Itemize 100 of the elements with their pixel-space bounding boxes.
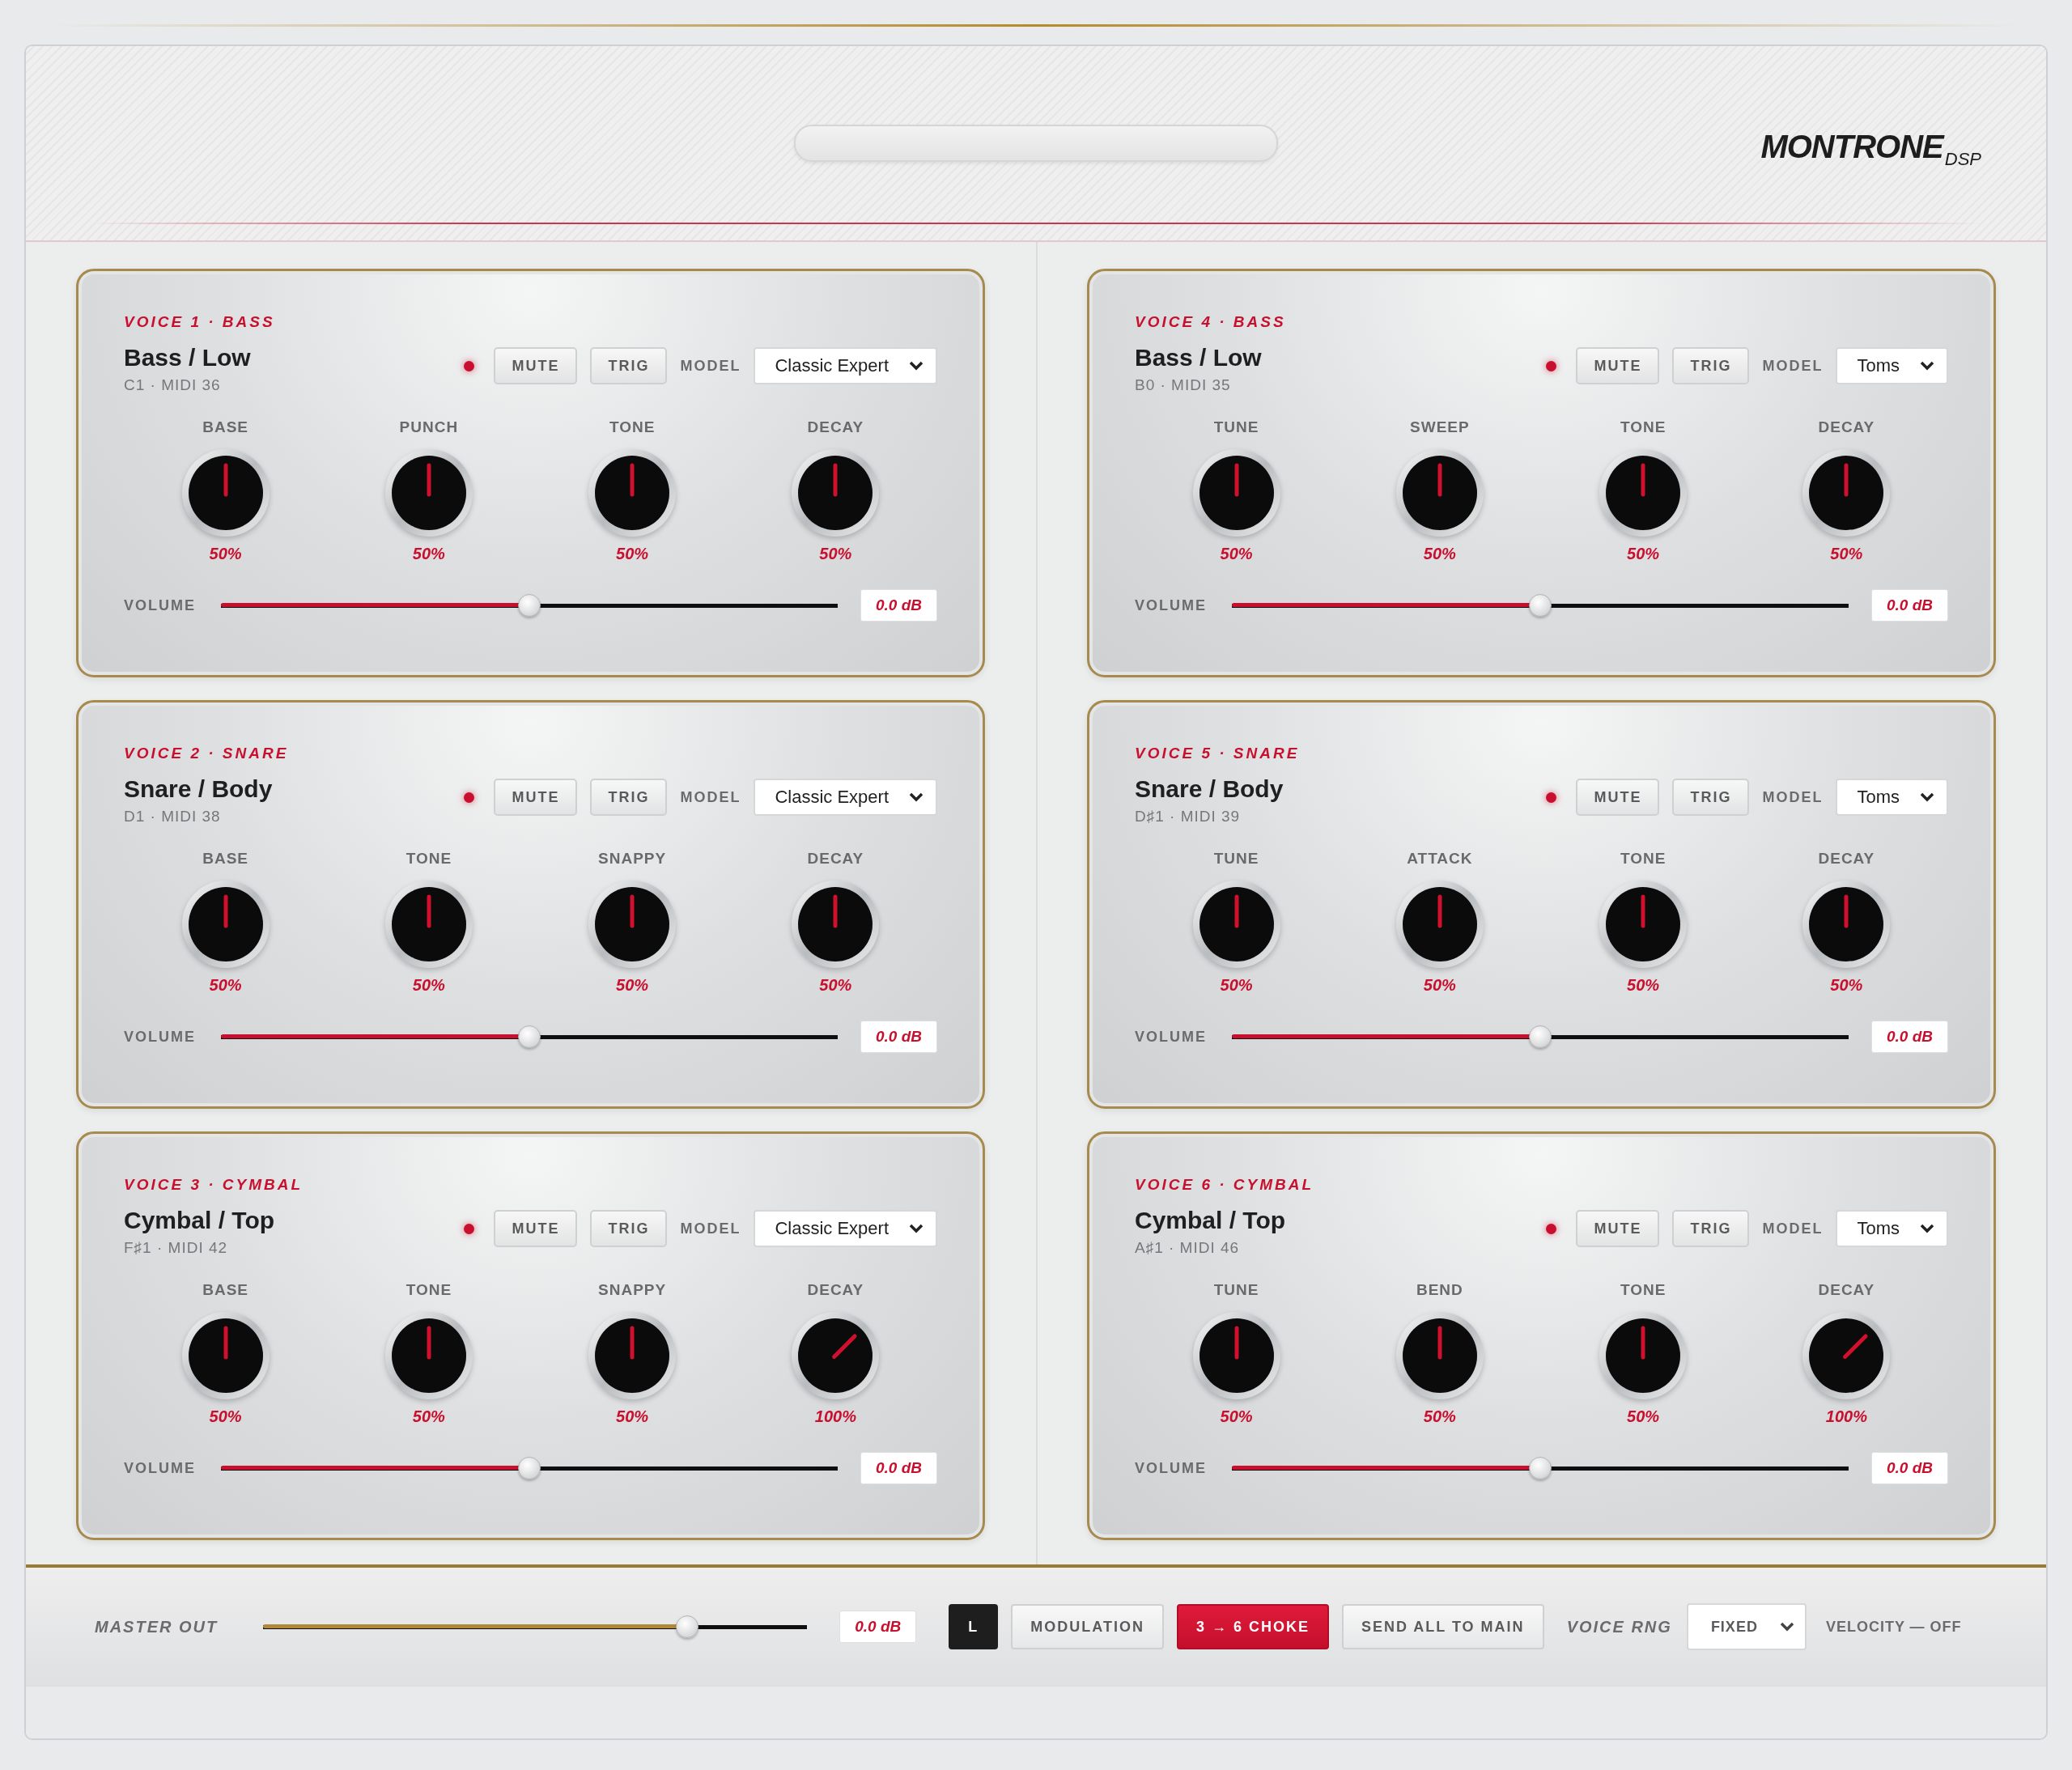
bar-button[interactable]: 3 → 6 CHOKE — [1176, 1604, 1329, 1649]
knob[interactable] — [587, 879, 678, 970]
volume-label: VOLUME — [1135, 1459, 1208, 1477]
knob-value: 50% — [616, 545, 649, 563]
mute-button[interactable]: MUTE — [494, 347, 578, 384]
knob[interactable] — [1598, 879, 1689, 970]
voice-tag: VOICE 2 · SNARE — [124, 745, 289, 762]
knob[interactable] — [1598, 1310, 1689, 1401]
bar-button[interactable]: MODULATION — [1011, 1604, 1164, 1649]
knob-label: DECAY — [807, 418, 864, 436]
knob-value: 50% — [412, 1407, 445, 1426]
knob[interactable] — [790, 448, 881, 538]
voice-note: B0 · MIDI 35 — [1135, 376, 1232, 394]
knob[interactable] — [1394, 1310, 1485, 1401]
slider-thumb[interactable] — [518, 1457, 541, 1479]
knob-label: DECAY — [807, 850, 864, 868]
mute-button[interactable]: MUTE — [494, 1210, 578, 1247]
mute-button[interactable]: MUTE — [494, 779, 578, 816]
chevron-icon — [908, 1223, 924, 1234]
voice-title: Snare / Body — [124, 775, 274, 803]
knob[interactable] — [1394, 879, 1485, 970]
knob-value: 50% — [616, 976, 649, 995]
model-dropdown[interactable]: Toms — [1836, 347, 1948, 384]
knob-label: SWEEP — [1410, 418, 1470, 436]
slider-thumb[interactable] — [676, 1615, 699, 1638]
model-label: MODEL — [680, 788, 741, 806]
knob-label: TONE — [405, 850, 452, 868]
volume-label: VOLUME — [1135, 596, 1208, 614]
mute-button[interactable]: MUTE — [1576, 347, 1660, 384]
knob-value: 50% — [1220, 976, 1253, 995]
model-dropdown[interactable]: Classic Expert — [754, 1210, 937, 1247]
trig-button[interactable]: TRIG — [1672, 1210, 1750, 1247]
knob-label: BEND — [1416, 1281, 1463, 1299]
knob[interactable] — [587, 1310, 678, 1401]
knob[interactable] — [790, 879, 881, 970]
knob-label: TUNE — [1213, 850, 1259, 868]
knob-value: 50% — [1830, 545, 1863, 563]
knob[interactable] — [1801, 448, 1892, 538]
voice-title: Cymbal / Top — [124, 1207, 276, 1234]
voice-note: D♯1 · MIDI 39 — [1135, 808, 1242, 826]
trig-button[interactable]: TRIG — [590, 1210, 668, 1247]
trig-button[interactable]: TRIG — [1672, 779, 1750, 816]
chevron-icon — [1778, 1621, 1795, 1632]
slider-thumb[interactable] — [518, 1025, 541, 1048]
knob-value: 50% — [1220, 545, 1253, 563]
knob[interactable] — [1801, 879, 1892, 970]
knob[interactable] — [587, 448, 678, 538]
voice-title: Bass / Low — [1135, 344, 1263, 371]
model-dropdown[interactable]: Classic Expert — [754, 347, 937, 384]
bar-button[interactable]: L — [949, 1604, 999, 1649]
volume-label: VOLUME — [124, 1028, 197, 1046]
model-label: MODEL — [1762, 1220, 1824, 1237]
brand-suffix: DSP — [1944, 149, 1981, 170]
volume-label: VOLUME — [124, 596, 197, 614]
knob-label: TUNE — [1213, 418, 1259, 436]
trig-button[interactable]: TRIG — [590, 347, 668, 384]
voice-note: C1 · MIDI 36 — [124, 376, 222, 394]
volume-reading: 0.0 dB — [1870, 589, 1948, 622]
knob-value: 50% — [1220, 1407, 1253, 1426]
knob-value: 50% — [1830, 976, 1863, 995]
slider-thumb[interactable] — [1529, 594, 1552, 617]
knob[interactable] — [383, 879, 474, 970]
model-dropdown[interactable]: Classic Expert — [754, 779, 937, 816]
knob[interactable] — [1598, 448, 1689, 538]
model-dropdown[interactable]: Toms — [1836, 779, 1948, 816]
chevron-icon — [1919, 1223, 1935, 1234]
knob[interactable] — [1801, 1310, 1892, 1401]
knob-value: 100% — [814, 1407, 856, 1426]
slider-thumb[interactable] — [1529, 1457, 1552, 1479]
knob-label: ATTACK — [1407, 850, 1473, 868]
voice-tag: VOICE 3 · CYMBAL — [124, 1176, 304, 1194]
chevron-icon — [1919, 792, 1935, 803]
knob-label: DECAY — [807, 1281, 864, 1299]
trig-button[interactable]: TRIG — [1672, 347, 1750, 384]
bar-button[interactable]: SEND ALL TO MAIN — [1341, 1604, 1544, 1649]
knob-label: TONE — [1620, 850, 1667, 868]
mute-button[interactable]: MUTE — [1576, 1210, 1660, 1247]
model-dropdown[interactable]: Toms — [1836, 1210, 1948, 1247]
slider-thumb[interactable] — [1529, 1025, 1552, 1048]
knob-label: DECAY — [1818, 418, 1875, 436]
mute-button[interactable]: MUTE — [1576, 779, 1660, 816]
chevron-icon — [1919, 360, 1935, 371]
slider-thumb[interactable] — [518, 594, 541, 617]
voice-tag: VOICE 6 · CYMBAL — [1135, 1176, 1314, 1194]
trig-button[interactable]: TRIG — [590, 779, 668, 816]
chevron-icon — [908, 792, 924, 803]
knob[interactable] — [1394, 448, 1485, 538]
volume-label: VOLUME — [124, 1459, 197, 1477]
voice-rng-dropdown[interactable]: FIXED — [1686, 1603, 1807, 1650]
knob[interactable] — [383, 1310, 474, 1401]
knob[interactable] — [790, 1310, 881, 1401]
volume-label: VOLUME — [1135, 1028, 1208, 1046]
volume-reading: 0.0 dB — [860, 589, 937, 622]
volume-reading: 0.0 dB — [1870, 1452, 1948, 1484]
knob[interactable] — [383, 448, 474, 538]
voice-tag: VOICE 4 · BASS — [1135, 313, 1286, 331]
voice-note: D1 · MIDI 38 — [124, 808, 222, 826]
voice-title: Bass / Low — [124, 344, 252, 371]
knob-value: 50% — [1627, 1407, 1660, 1426]
master-reading: 0.0 dB — [839, 1611, 917, 1643]
